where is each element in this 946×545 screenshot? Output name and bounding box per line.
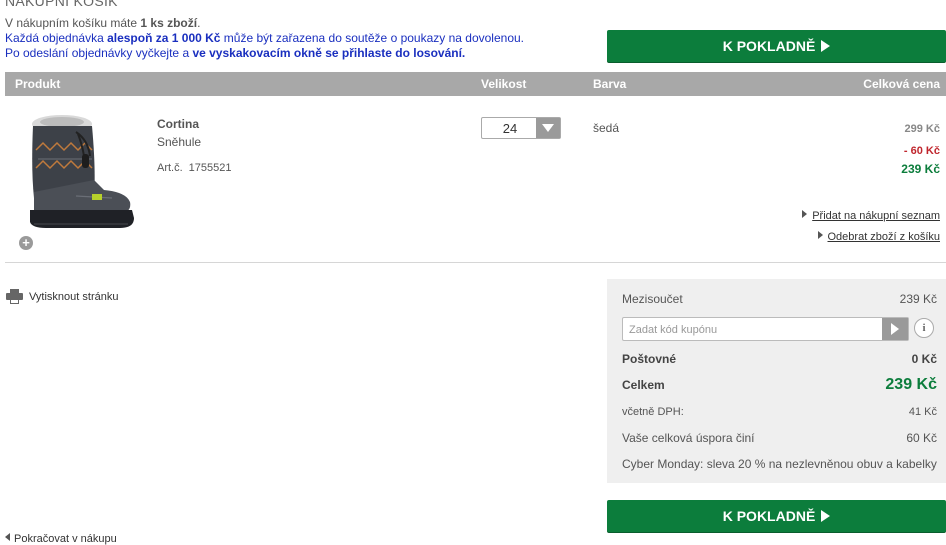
snow-boot-icon [30,115,134,228]
coupon-submit-button[interactable] [882,318,908,340]
cart-count-line: V nákupním košíku máte 1 ks zboží. [5,16,201,30]
checkout-button-bottom[interactable]: K POKLADNĚ [607,500,946,532]
product-category: Sněhule [157,135,202,149]
coupon-field[interactable] [622,317,909,341]
price-original: 299 Kč [904,123,940,135]
continue-shopping-link[interactable]: Pokračovat v nákupu [5,533,117,545]
column-size: Velikost [481,77,527,91]
lottery-info-line: Po odeslání objednávky vyčkejte a ve vys… [5,46,466,60]
subtotal-row: Mezisoučet 239 Kč [622,292,937,306]
printer-icon [6,289,23,304]
cart-table-header: Produkt Velikost Barva Celková cena [5,72,946,96]
size-value: 24 [502,121,518,136]
product-article-number: Art.č. 1755521 [157,162,232,174]
savings-row: Vaše celková úspora činí 60 Kč [622,431,937,445]
promo-text: Cyber Monday: sleva 20 % na nezlevněnou … [622,457,937,471]
coupon-input[interactable] [627,320,881,340]
cart-intro: V nákupním košíku máte 1 ks zboží. Každá… [5,16,524,61]
contest-info-line: Každá objednávka alespoň za 1 000 Kč můž… [5,31,525,45]
triangle-right-icon [802,210,808,218]
checkout-button-top[interactable]: K POKLADNĚ [607,30,946,62]
info-icon[interactable]: i [914,318,934,338]
product-image[interactable] [16,110,136,235]
play-arrow-icon [821,40,831,52]
zoom-plus-icon[interactable]: + [19,236,33,250]
shipping-row: Poštovné 0 Kč [622,352,937,366]
print-page-link[interactable]: Vytisknout stránku [6,289,118,304]
triangle-right-icon [817,231,823,239]
chevron-down-icon[interactable] [536,118,560,138]
divider [5,262,946,263]
product-color: šedá [593,121,620,135]
vat-row: včetně DPH: 41 Kč [622,406,937,418]
price-final: 239 Kč [901,162,940,176]
size-select[interactable]: 24 [481,117,561,139]
play-arrow-icon [821,510,831,522]
total-row: Celkem 239 Kč [622,376,937,393]
remove-item-link[interactable]: Odebrat zboží z košíku [817,227,940,245]
column-color: Barva [593,77,627,91]
print-page-label: Vytisknout stránku [29,290,119,303]
add-to-list-link[interactable]: Přidat na nákupní seznam [802,206,940,224]
price-discount: - 60 Kč [903,145,940,157]
order-summary: Mezisoučet239 Kč i Poštovné0 Kč Celkem23… [607,279,946,483]
column-total: Celková cena [863,77,940,91]
product-name[interactable]: Cortina [157,117,199,131]
page-title: NÁKUPNÍ KOŠÍK [5,0,118,9]
column-product: Produkt [15,77,61,91]
